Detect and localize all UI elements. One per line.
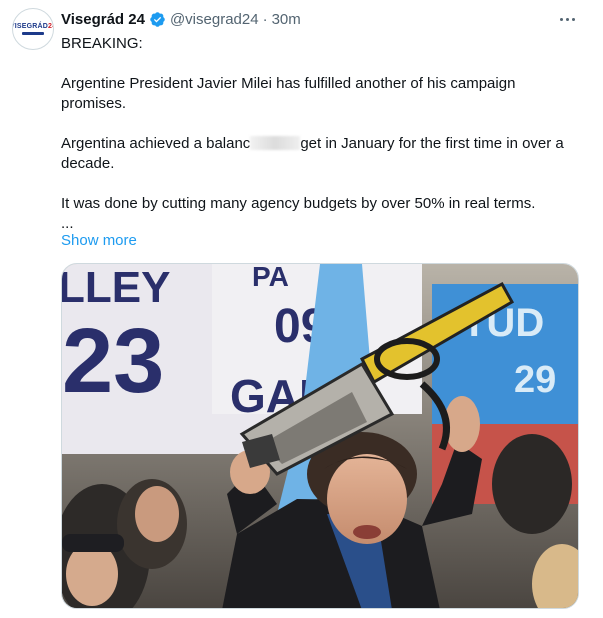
tweet-card[interactable]: VISEGRÁD24 Visegrád 24 @visegrad24 · 30m… (0, 0, 603, 618)
banner-right-text-2: 29 (514, 359, 556, 401)
tweet-line-breaking: BREAKING: (61, 35, 143, 52)
banner-left-text-number: 23 (62, 310, 164, 412)
tweet-line-budget: Argentina achieved a balanc get in Januar… (61, 134, 581, 174)
photo-milei-chainsaw: LLEY 23 PA 09 GAN TUD 29 (62, 264, 578, 608)
tweet-header: Visegrád 24 @visegrad24 · 30m (61, 9, 301, 29)
show-more-link[interactable]: Show more (61, 231, 137, 251)
tweet-line-budget-start: Argentina achieved a balanc (61, 135, 251, 152)
author-handle[interactable]: @visegrad24 (170, 11, 259, 28)
verified-badge-icon (150, 11, 165, 27)
avatar-logo-bar (22, 32, 44, 35)
more-options-icon[interactable] (557, 10, 577, 28)
blurred-text-region (250, 136, 301, 150)
separator-dot: · (262, 10, 268, 28)
author-avatar[interactable]: VISEGRÁD24 (12, 8, 54, 50)
tweet-ellipsis: ... (61, 215, 74, 232)
banner-left-text-top: LLEY (62, 264, 170, 312)
tweet-text: BREAKING: Argentine President Javier Mil… (61, 34, 581, 234)
tweet-line-cuts: It was done by cutting many agency budge… (61, 195, 536, 212)
avatar-logo-icon: VISEGRÁD24 (12, 23, 53, 30)
author-display-name[interactable]: Visegrád 24 (61, 11, 145, 28)
banner-center-text-1: PA (252, 264, 289, 292)
tweet-media-photo[interactable]: LLEY 23 PA 09 GAN TUD 29 (61, 263, 579, 609)
tweet-line-promise: Argentine President Javier Milei has ful… (61, 75, 516, 112)
tweet-timestamp[interactable]: 30m (272, 11, 301, 28)
